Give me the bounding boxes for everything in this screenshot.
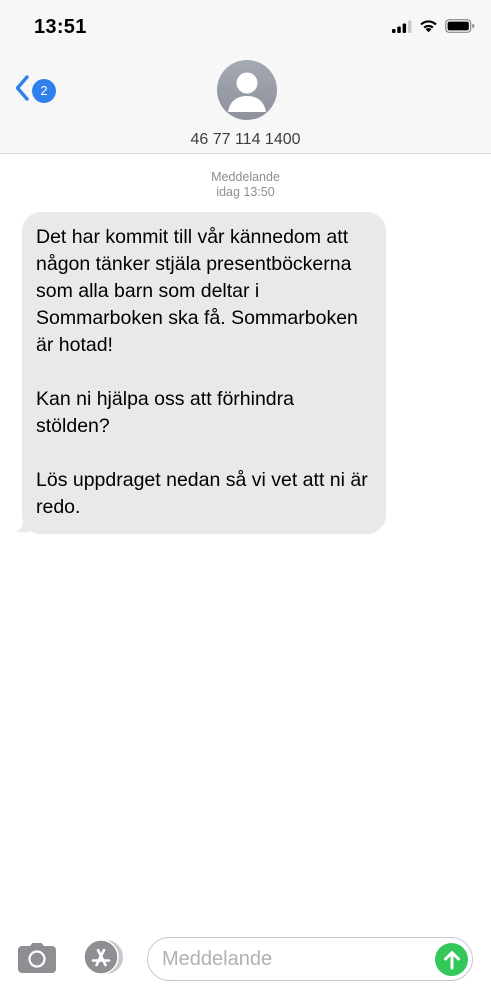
unread-count-badge: 2	[32, 78, 56, 103]
person-silhouette-icon	[228, 72, 266, 112]
contact-name[interactable]: 46 77 114 1400	[0, 131, 491, 149]
message-field[interactable]	[147, 937, 473, 981]
message-text-input[interactable]	[162, 946, 422, 972]
message-paragraph: Lös uppdraget nedan så vi vet att ni är …	[36, 469, 368, 518]
status-bar: 13:51	[0, 0, 491, 56]
back-button[interactable]: 2	[14, 74, 56, 107]
message-paragraph: Det har kommit till vår kännedom att någ…	[36, 226, 358, 356]
status-time: 13:51	[34, 16, 87, 38]
cellular-signal-icon	[392, 20, 412, 38]
battery-icon	[445, 19, 475, 38]
message-timestamp: idag 13:50	[216, 185, 275, 199]
contact-avatar[interactable]	[217, 60, 277, 120]
chevron-left-icon	[14, 74, 30, 107]
conversation-meta: Meddelande idag 13:50	[0, 170, 491, 200]
status-icons	[392, 19, 475, 38]
conversation-header: 13:51 2 46 77 114 1400	[0, 0, 491, 154]
message-paragraph: Kan ni hjälpa oss att förhindra stölden?	[36, 388, 294, 437]
incoming-message-bubble[interactable]: Det har kommit till vår kännedom att någ…	[22, 212, 386, 534]
messages-screen: 13:51 2 46 77 114 1400 Meddelande idag 1…	[0, 0, 491, 984]
send-arrow-icon	[443, 950, 460, 969]
app-store-icon	[83, 939, 123, 975]
app-store-button[interactable]	[82, 939, 123, 975]
camera-button[interactable]	[18, 943, 56, 978]
camera-icon	[18, 943, 56, 973]
wifi-icon	[419, 19, 438, 38]
message-input-bar	[0, 930, 491, 984]
send-button[interactable]	[435, 943, 468, 976]
bubble-tail	[16, 512, 36, 533]
service-label: Meddelande	[211, 170, 280, 184]
